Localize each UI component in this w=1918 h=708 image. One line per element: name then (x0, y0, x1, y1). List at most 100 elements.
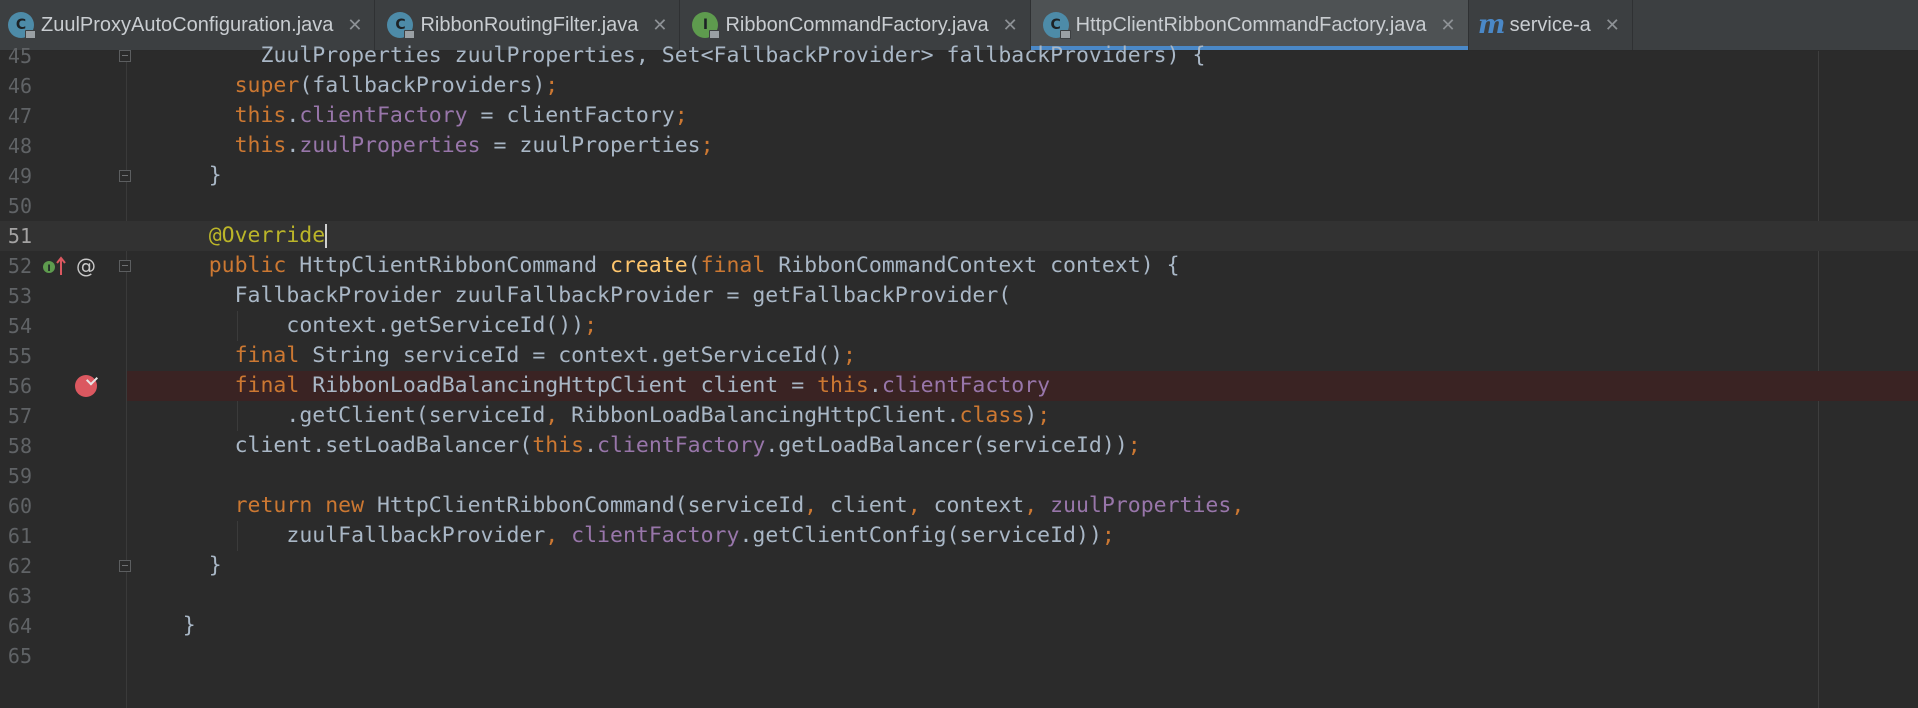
line-number[interactable]: 54 (0, 311, 32, 341)
code-line-content[interactable]: } (127, 551, 1918, 581)
code-line-content[interactable]: FallbackProvider zuulFallbackProvider = … (127, 281, 1918, 311)
code-line[interactable]: 53 FallbackProvider zuulFallbackProvider … (0, 281, 1918, 311)
annotation-marker-icon[interactable]: @ (76, 254, 96, 278)
code-line-content[interactable]: } (127, 161, 1918, 191)
line-number[interactable]: 51 (0, 221, 32, 251)
code-text[interactable]: client.setLoadBalancer(this.clientFactor… (235, 431, 1141, 461)
code-line-content[interactable] (127, 191, 1918, 221)
line-number[interactable]: 57 (0, 401, 32, 431)
code-text[interactable]: FallbackProvider zuulFallbackProvider = … (235, 281, 1012, 311)
code-line[interactable]: 49} (0, 161, 1918, 191)
code-line[interactable]: 64} (0, 611, 1918, 641)
code-token: HttpClientRibbonCommand(serviceId (376, 493, 805, 518)
close-icon[interactable]: ✕ (1441, 15, 1456, 36)
implements-method-icon[interactable]: I (42, 254, 68, 278)
code-line[interactable]: 55 final String serviceId = context.getSe… (0, 341, 1918, 371)
code-line-content[interactable]: @Override (127, 221, 1918, 251)
code-line[interactable]: 52 public HttpClientRibbonCommand create(… (0, 251, 1918, 281)
line-number[interactable]: 65 (0, 641, 32, 671)
code-token: } (182, 613, 196, 638)
code-line-content[interactable]: this.zuulProperties = zuulProperties; (127, 131, 1918, 161)
code-text[interactable]: } (209, 551, 222, 581)
code-text[interactable]: this.zuulProperties = zuulProperties; (235, 131, 714, 161)
code-text[interactable]: super(fallbackProviders); (235, 71, 559, 101)
code-token: HttpClientRibbonCommand (299, 253, 610, 278)
code-line-content[interactable]: final RibbonLoadBalancingHttpClient clie… (127, 371, 1918, 401)
code-text[interactable]: } (209, 161, 222, 191)
code-token: @Override (208, 223, 326, 248)
code-line[interactable]: 54 context.getServiceId()); (0, 311, 1918, 341)
code-line[interactable]: 59 (0, 461, 1918, 491)
code-text[interactable]: final String serviceId = context.getServ… (235, 341, 856, 371)
lock-icon (1059, 30, 1071, 39)
lock-icon (404, 30, 416, 39)
line-number[interactable]: 60 (0, 491, 32, 521)
code-line-content[interactable]: ZuulProperties zuulProperties, Set<Fallb… (127, 41, 1918, 71)
line-number[interactable]: 49 (0, 161, 32, 191)
code-line[interactable]: 56 final RibbonLoadBalancingHttpClient cl… (0, 371, 1918, 401)
line-number[interactable]: 47 (0, 101, 32, 131)
code-line[interactable]: 45 ZuulProperties zuulProperties, Set<Fal… (0, 41, 1918, 71)
code-text[interactable]: this.clientFactory = clientFactory; (235, 101, 688, 131)
code-text[interactable]: @Override (209, 221, 326, 251)
code-text[interactable]: zuulFallbackProvider, clientFactory.getC… (286, 521, 1114, 551)
close-icon[interactable]: ✕ (1605, 15, 1620, 36)
code-line[interactable]: 61 zuulFallbackProvider, clientFactory.ge… (0, 521, 1918, 551)
code-line[interactable]: 62} (0, 551, 1918, 581)
code-line[interactable]: 48 this.zuulProperties = zuulProperties; (0, 131, 1918, 161)
code-line-content[interactable] (127, 581, 1918, 611)
code-line[interactable]: 63 (0, 581, 1918, 611)
code-text[interactable]: .getClient(serviceId, RibbonLoadBalancin… (286, 401, 1050, 431)
code-line[interactable]: 50 (0, 191, 1918, 221)
line-number[interactable]: 45 (0, 41, 32, 71)
code-line-content[interactable]: super(fallbackProviders); (127, 71, 1918, 101)
breakpoint-verified-icon[interactable] (75, 375, 97, 397)
close-icon[interactable]: ✕ (1003, 15, 1018, 36)
line-number[interactable]: 48 (0, 131, 32, 161)
fold-marker-icon[interactable] (119, 170, 131, 182)
code-token: client (830, 493, 908, 518)
code-line[interactable]: 47 this.clientFactory = clientFactory; (0, 101, 1918, 131)
code-line[interactable]: 51 @Override (0, 221, 1918, 251)
line-number[interactable]: 62 (0, 551, 32, 581)
line-number[interactable]: 52 (0, 251, 32, 281)
close-icon[interactable]: ✕ (347, 15, 362, 36)
fold-marker-icon[interactable] (119, 50, 131, 62)
line-number[interactable]: 58 (0, 431, 32, 461)
line-number[interactable]: 61 (0, 521, 32, 551)
code-line-content[interactable]: context.getServiceId()); (127, 311, 1918, 341)
code-line-content[interactable] (127, 641, 1918, 671)
code-line-content[interactable]: .getClient(serviceId, RibbonLoadBalancin… (127, 401, 1918, 431)
fold-marker-icon[interactable] (119, 260, 131, 272)
code-line-content[interactable] (127, 461, 1918, 491)
line-number[interactable]: 53 (0, 281, 32, 311)
code-line-content[interactable]: } (127, 611, 1918, 641)
line-number[interactable]: 64 (0, 611, 32, 641)
code-text[interactable]: public HttpClientRibbonCommand create(fi… (209, 251, 1180, 281)
fold-marker-icon[interactable] (119, 560, 131, 572)
line-number[interactable]: 46 (0, 71, 32, 101)
code-line-content[interactable]: client.setLoadBalancer(this.clientFactor… (127, 431, 1918, 461)
code-line[interactable]: 46 super(fallbackProviders); (0, 71, 1918, 101)
code-line-content[interactable]: this.clientFactory = clientFactory; (127, 101, 1918, 131)
line-number[interactable]: 63 (0, 581, 32, 611)
code-line-content[interactable]: return new HttpClientRibbonCommand(servi… (127, 491, 1918, 521)
line-number[interactable]: 55 (0, 341, 32, 371)
line-number[interactable]: 59 (0, 461, 32, 491)
code-line-content[interactable]: final String serviceId = context.getServ… (127, 341, 1918, 371)
close-icon[interactable]: ✕ (652, 15, 667, 36)
code-text[interactable]: ZuulProperties zuulProperties, Set<Fallb… (261, 41, 1206, 71)
code-line-content[interactable]: public HttpClientRibbonCommand create(fi… (127, 251, 1918, 281)
code-line[interactable]: 57 .getClient(serviceId, RibbonLoadBalanc… (0, 401, 1918, 431)
line-number[interactable]: 50 (0, 191, 32, 221)
code-text[interactable]: context.getServiceId()); (286, 311, 597, 341)
code-text[interactable]: } (183, 611, 196, 641)
code-editor[interactable]: 45 ZuulProperties zuulProperties, Set<Fal… (0, 43, 1918, 708)
code-line[interactable]: 58 client.setLoadBalancer(this.clientFact… (0, 431, 1918, 461)
code-text[interactable]: return new HttpClientRibbonCommand(servi… (235, 491, 1245, 521)
line-number[interactable]: 56 (0, 371, 32, 401)
code-line[interactable]: 60 return new HttpClientRibbonCommand(ser… (0, 491, 1918, 521)
code-line-content[interactable]: zuulFallbackProvider, clientFactory.getC… (127, 521, 1918, 551)
code-text[interactable]: final RibbonLoadBalancingHttpClient clie… (235, 371, 1051, 401)
code-line[interactable]: 65 (0, 641, 1918, 671)
